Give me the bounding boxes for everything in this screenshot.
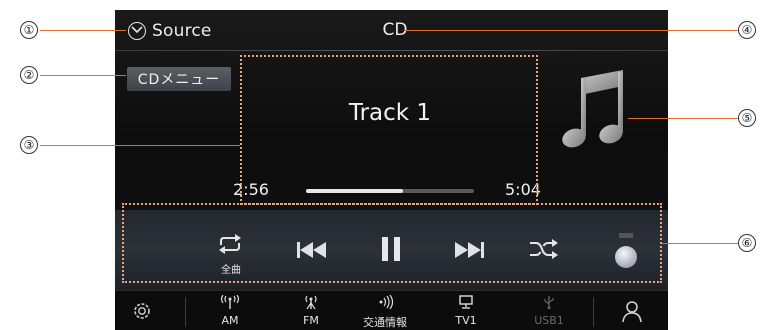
user-icon xyxy=(622,301,642,323)
source-traffic-info[interactable]: 交通情報 xyxy=(355,294,415,330)
source-fm[interactable]: FM xyxy=(281,295,341,327)
callout-line-2 xyxy=(40,75,126,76)
callout-line-6 xyxy=(662,243,738,244)
callout-6: ⑥ xyxy=(738,234,756,252)
source-button[interactable]: Source xyxy=(128,20,212,42)
broadcast-icon xyxy=(379,294,394,310)
source-tv1-label: TV1 xyxy=(455,314,477,327)
antenna-icon xyxy=(220,294,240,309)
divider xyxy=(115,50,668,51)
callout-1: ① xyxy=(20,21,38,39)
callout-4: ④ xyxy=(738,21,756,39)
antenna-icon xyxy=(305,295,317,310)
callout-2: ② xyxy=(20,66,38,84)
divider xyxy=(185,297,186,327)
callout-line-4 xyxy=(405,30,738,31)
divider xyxy=(593,297,594,327)
cd-menu-button[interactable]: CDメニュー xyxy=(127,67,231,91)
source-tv1[interactable]: TV1 xyxy=(436,295,496,327)
tv-icon xyxy=(459,295,473,309)
source-fm-label: FM xyxy=(303,314,319,327)
source-am[interactable]: AM xyxy=(200,294,260,327)
chevron-down-icon xyxy=(128,22,146,40)
callout-5: ⑤ xyxy=(738,109,756,127)
callout-region-track-info xyxy=(240,55,538,205)
source-traffic-info-label: 交通情報 xyxy=(363,316,407,329)
source-am-label: AM xyxy=(221,314,239,327)
source-usb1[interactable]: USB1 xyxy=(519,295,579,327)
source-label: Source xyxy=(152,21,212,41)
source-bar: AM FM 交通情報 TV1 USB1 xyxy=(115,290,668,330)
callout-line-5 xyxy=(628,118,738,119)
top-bar: Source CD xyxy=(115,10,668,52)
settings-button[interactable] xyxy=(131,300,153,322)
source-usb1-label: USB1 xyxy=(534,314,564,327)
callout-line-3 xyxy=(40,145,240,146)
callout-region-controls xyxy=(122,203,662,283)
profile-button[interactable] xyxy=(620,299,644,323)
callout-line-1 xyxy=(40,30,126,31)
callout-3: ③ xyxy=(20,136,38,154)
gear-icon xyxy=(134,303,150,319)
music-note-icon xyxy=(561,68,631,162)
usb-icon xyxy=(544,296,554,310)
